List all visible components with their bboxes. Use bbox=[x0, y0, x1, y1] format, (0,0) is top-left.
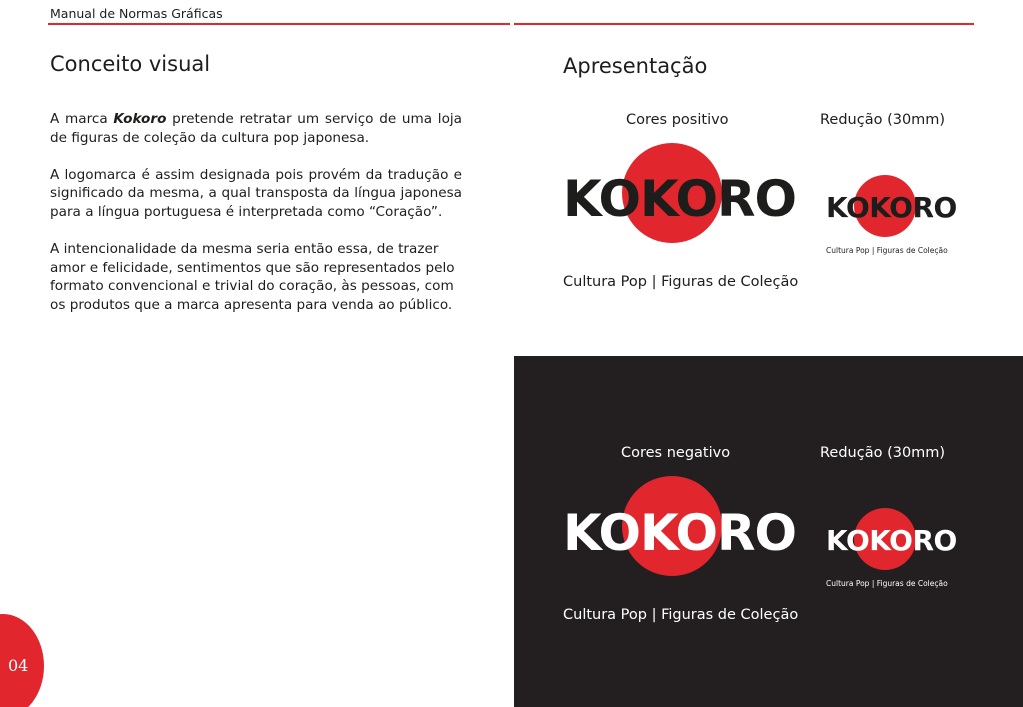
tagline-positive-large: Cultura Pop | Figuras de Coleção bbox=[563, 274, 799, 290]
logo-positive-large: KOKORO bbox=[563, 170, 797, 228]
negative-colors-label: Cores negativo bbox=[621, 445, 731, 461]
concept-paragraph-3: A intencionalidade da mesma seria então … bbox=[50, 241, 455, 313]
logo-negative-small: KOKORO bbox=[826, 524, 957, 557]
header-divider-left bbox=[48, 23, 510, 25]
positive-reduction-label: Redução (30mm) bbox=[820, 112, 946, 128]
logo-negative-large: KOKORO bbox=[563, 504, 797, 562]
page-number: 04 bbox=[8, 656, 29, 675]
paragraph-1-lead: A marca bbox=[50, 111, 114, 127]
brand-name: Kokoro bbox=[113, 111, 167, 127]
concept-paragraph-2: A logomarca é assim designada pois prové… bbox=[50, 166, 462, 220]
concept-body-text: A marca Kokoro pretende retratar um serv… bbox=[50, 110, 462, 333]
presentation-section-title: Apresentação bbox=[563, 54, 708, 78]
tagline-negative-large: Cultura Pop | Figuras de Coleção bbox=[563, 607, 799, 623]
document-header-title: Manual de Normas Gráficas bbox=[50, 6, 223, 21]
positive-colors-label: Cores positivo bbox=[626, 112, 729, 128]
tagline-negative-small: Cultura Pop | Figuras de Coleção bbox=[826, 579, 948, 588]
header-divider-right bbox=[514, 23, 974, 25]
tagline-positive-small: Cultura Pop | Figuras de Coleção bbox=[826, 246, 948, 255]
concept-paragraph-1: A marca Kokoro pretende retratar um serv… bbox=[50, 110, 462, 147]
negative-reduction-label: Redução (30mm) bbox=[820, 445, 946, 461]
concept-section-title: Conceito visual bbox=[50, 52, 211, 76]
logo-positive-small: KOKORO bbox=[826, 191, 957, 224]
